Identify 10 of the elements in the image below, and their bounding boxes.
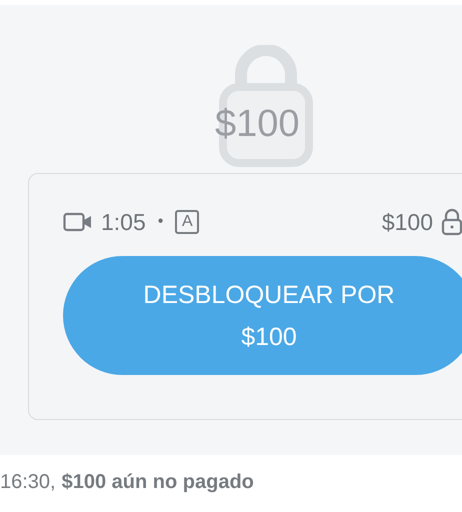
caption-badge: A — [175, 210, 200, 234]
lock-icon — [441, 208, 462, 236]
separator-dot: • — [158, 213, 164, 231]
unlock-button[interactable]: DESBLOQUEAR POR $100 — [63, 256, 462, 375]
price-label: $100 — [382, 208, 433, 236]
time-label: 16:30, — [0, 471, 56, 494]
price-label: $100 — [215, 103, 300, 146]
duration-label: 1:05 — [101, 208, 146, 236]
video-icon — [63, 212, 93, 232]
payment-status: $100 aún no pagado — [62, 471, 254, 494]
